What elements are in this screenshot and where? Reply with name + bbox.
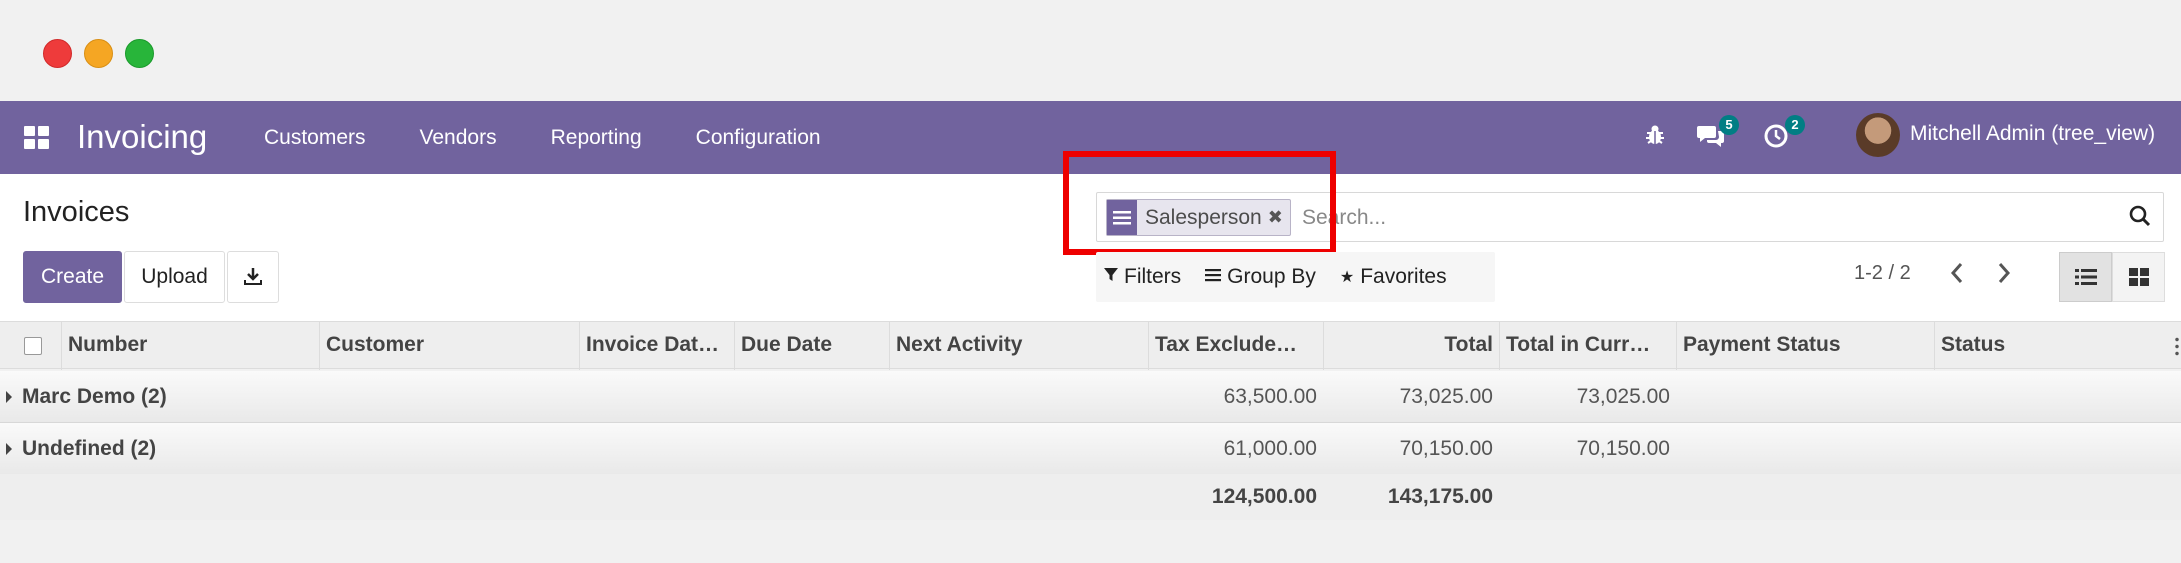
user-menu[interactable]: Mitchell Admin (tree_view) xyxy=(1910,122,2155,146)
debug-bug-icon[interactable] xyxy=(1643,123,1671,151)
group-tax-excluded: 63,500.00 xyxy=(1223,385,1317,408)
list-header: Number Customer Invoice Dat… Due Date Ne… xyxy=(0,321,2181,370)
group-label: Marc Demo (2) xyxy=(22,385,167,408)
favorites-label: Favorites xyxy=(1360,265,1447,288)
group-total-currency: 70,150.00 xyxy=(1576,437,1670,460)
filters-dropdown[interactable]: Filters xyxy=(1104,265,1181,289)
download-icon xyxy=(244,268,262,285)
create-button[interactable]: Create xyxy=(23,251,122,303)
column-due-date[interactable]: Due Date xyxy=(735,322,890,370)
select-all-checkbox[interactable] xyxy=(24,337,42,355)
kanban-view-icon xyxy=(2128,268,2149,286)
column-total[interactable]: Total xyxy=(1324,322,1500,370)
group-by-label: Group By xyxy=(1227,265,1316,288)
total-tax-excluded: 124,500.00 xyxy=(1211,485,1317,508)
menu-vendors[interactable]: Vendors xyxy=(420,126,497,150)
menu-customers[interactable]: Customers xyxy=(264,126,366,150)
total-amount: 143,175.00 xyxy=(1387,485,1493,508)
pager-next-icon[interactable] xyxy=(1997,262,2011,290)
close-window-button[interactable] xyxy=(43,39,72,68)
activities-count-badge: 2 xyxy=(1785,115,1805,135)
group-total: 73,025.00 xyxy=(1399,385,1493,408)
pager-value[interactable]: 1-2 / 2 xyxy=(1854,262,1911,285)
menu-configuration[interactable]: Configuration xyxy=(696,126,821,150)
group-row[interactable]: Marc Demo (2) 63,500.00 73,025.00 73,025… xyxy=(0,371,2181,423)
kanban-view-button[interactable] xyxy=(2112,252,2165,302)
nav-menu: Customers Vendors Reporting Configuratio… xyxy=(264,101,875,174)
group-row[interactable]: Undefined (2) 61,000.00 70,150.00 70,150… xyxy=(0,423,2181,475)
activities-clock-icon[interactable]: 2 xyxy=(1763,115,1805,151)
pager-previous-icon[interactable] xyxy=(1950,262,1964,290)
caret-right-icon xyxy=(6,391,12,403)
totals-row: 124,500.00 143,175.00 xyxy=(0,474,2181,520)
column-customer[interactable]: Customer xyxy=(320,322,580,370)
search-icon[interactable] xyxy=(2129,205,2153,229)
column-tax-excluded[interactable]: Tax Exclude… xyxy=(1149,322,1324,370)
filters-label: Filters xyxy=(1124,265,1182,288)
page-background xyxy=(0,520,2181,563)
annotation-highlight-box xyxy=(1063,151,1336,255)
star-icon: ★ xyxy=(1339,269,1355,286)
app-title[interactable]: Invoicing xyxy=(77,118,207,156)
maximize-window-button[interactable] xyxy=(125,39,154,68)
messages-icon[interactable]: 5 xyxy=(1697,115,1739,151)
search-input[interactable] xyxy=(1302,201,2102,235)
group-total: 70,150.00 xyxy=(1399,437,1493,460)
group-tax-excluded: 61,000.00 xyxy=(1223,437,1317,460)
group-by-dropdown[interactable]: Group By xyxy=(1205,265,1316,289)
breadcrumb: Invoices xyxy=(23,196,130,228)
column-invoice-date[interactable]: Invoice Dat… xyxy=(580,322,735,370)
apps-menu-icon[interactable] xyxy=(24,126,50,150)
favorites-dropdown[interactable]: ★ Favorites xyxy=(1340,265,1447,289)
filter-funnel-icon xyxy=(1104,267,1118,287)
group-label: Undefined (2) xyxy=(22,437,157,460)
search-options-bar: Filters Group By ★ Favorites xyxy=(1096,252,1495,302)
group-by-bars-icon xyxy=(1205,268,1222,287)
window-titlebar xyxy=(0,0,2181,101)
column-status[interactable]: Status xyxy=(1935,322,2181,370)
column-next-activity[interactable]: Next Activity xyxy=(890,322,1149,370)
group-total-currency: 73,025.00 xyxy=(1576,385,1670,408)
list-view-icon xyxy=(2074,269,2097,285)
column-total-in-currency[interactable]: Total in Curr… xyxy=(1500,322,1677,370)
column-payment-status[interactable]: Payment Status xyxy=(1677,322,1935,370)
optional-columns-toggle[interactable] xyxy=(2175,336,2179,356)
export-download-button[interactable] xyxy=(227,251,279,303)
menu-reporting[interactable]: Reporting xyxy=(551,126,642,150)
minimize-window-button[interactable] xyxy=(84,39,113,68)
list-view-button[interactable] xyxy=(2059,252,2112,302)
user-avatar[interactable] xyxy=(1856,113,1900,157)
messages-count-badge: 5 xyxy=(1719,115,1739,135)
upload-button[interactable]: Upload xyxy=(124,251,225,303)
column-number[interactable]: Number xyxy=(62,322,320,370)
caret-right-icon xyxy=(6,443,12,455)
